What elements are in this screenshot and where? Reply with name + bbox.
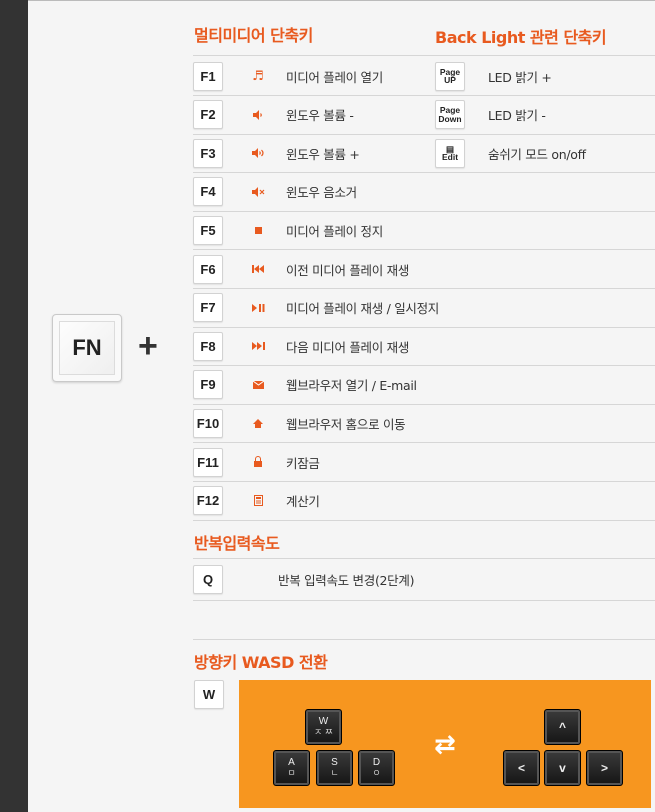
shortcut-row-f11: F11 키잠금: [193, 443, 320, 481]
repeat-label: 반복 입력속도 변경(2단계): [278, 572, 415, 588]
key-f12: F12: [193, 486, 223, 516]
shortcut-label: 이전 미디어 플레이 재생: [286, 262, 410, 278]
stop-icon: [247, 226, 269, 234]
backlight-label: LED 밝기 -: [488, 108, 546, 124]
shortcut-row-f6: F6 이전 미디어 플레이 재생: [193, 250, 409, 288]
wasd-key-d: Dㅇ: [358, 750, 395, 786]
swap-arrows-icon: ⇄: [434, 730, 456, 760]
section-divider: [193, 558, 655, 559]
shortcut-label: 윈도우 볼륨 -: [286, 108, 354, 124]
backlight-row: Page UP LED 밝기 +: [435, 57, 552, 95]
down-arrow-icon: v: [559, 760, 566, 775]
shortcut-label: 윈도우 음소거: [286, 185, 357, 201]
key-q: Q: [193, 564, 223, 594]
arrow-key-down: v: [544, 750, 581, 786]
lock-icon: [247, 456, 269, 467]
volume-down-icon: [247, 109, 269, 120]
key-w: W: [194, 680, 224, 709]
backlight-key-line2: UP: [444, 75, 456, 85]
shortcut-label: 미디어 플레이 열기: [286, 69, 383, 85]
key-f8: F8: [193, 331, 223, 361]
repeat-row: Q 반복 입력속도 변경(2단계): [193, 560, 414, 598]
repeat-section-title: 반복입력속도: [194, 534, 280, 553]
backlight-key-line2: Down: [438, 113, 462, 124]
shortcut-row-f4: F4 윈도우 음소거: [193, 173, 357, 211]
wasd-key-hangul: ㅁ: [287, 767, 296, 778]
wasd-key-w: Wㅈ ㅉ: [305, 709, 342, 745]
backlight-key: Page UP: [435, 61, 465, 91]
backlight-key: ▤ Edit: [435, 138, 465, 168]
key-f1: F1: [193, 61, 223, 91]
wasd-key-letter: A: [288, 757, 295, 769]
mute-icon: [247, 186, 269, 197]
shortcut-label: 웹브라우저 홈으로 이동: [286, 416, 406, 432]
section-divider: [193, 600, 655, 601]
key-f5: F5: [193, 215, 223, 245]
shortcut-label: 웹브라우저 열기 / E-mail: [286, 378, 417, 394]
key-f2: F2: [193, 100, 223, 130]
shortcut-label: 키잠금: [286, 455, 320, 471]
backlight-row: ▤ Edit 숨쉬기 모드 on/off: [435, 134, 586, 172]
shortcut-row-f2: F2 윈도우 볼륨 -: [193, 96, 354, 134]
section-divider: [193, 639, 655, 640]
shortcut-row-f3: F3 윈도우 볼륨 +: [193, 134, 360, 172]
backlight-label: LED 밝기 +: [488, 69, 552, 85]
wasd-key-letter: S: [331, 757, 338, 769]
key-f7: F7: [193, 293, 223, 323]
top-border: [28, 0, 655, 1]
mail-icon: [247, 380, 269, 389]
wasd-key-a: Aㅁ: [273, 750, 310, 786]
shortcut-row-f9: F9 웹브라우저 열기 / E-mail: [193, 366, 417, 404]
shortcut-label: 다음 미디어 플레이 재생: [286, 339, 410, 355]
key-f3: F3: [193, 138, 223, 168]
wasd-key-letter: W: [318, 716, 329, 728]
wasd-key-hangul: ㄴ: [330, 767, 339, 778]
arrow-key-left: <: [503, 750, 540, 786]
shortcut-label: 계산기: [286, 494, 320, 510]
shortcut-row-f12: F12 계산기: [193, 482, 320, 520]
wasd-key-s: Sㄴ: [316, 750, 353, 786]
shortcut-row-f8: F8 다음 미디어 플레이 재생: [193, 327, 409, 365]
volume-up-icon: [247, 148, 269, 159]
shortcut-label: 미디어 플레이 재생 / 일시정지: [286, 301, 440, 317]
arrow-key-right: >: [586, 750, 623, 786]
backlight-row: Page Down LED 밝기 -: [435, 96, 546, 134]
backlight-label: 숨쉬기 모드 on/off: [488, 146, 586, 162]
left-sidebar-bar: [0, 0, 28, 812]
shortcut-row-f7: F7 미디어 플레이 재생 / 일시정지: [193, 289, 439, 327]
section-divider: [193, 55, 655, 56]
arrow-key-up: ^: [544, 709, 581, 745]
left-arrow-icon: <: [517, 760, 525, 775]
key-f9: F9: [193, 370, 223, 400]
backlight-key-line2: Edit: [441, 152, 459, 163]
calculator-icon: [247, 495, 269, 507]
backlight-key: Page Down: [435, 100, 465, 130]
backlight-section-title: Back Light 관련 단축키: [435, 28, 607, 47]
previous-track-icon: [247, 265, 269, 273]
play-pause-icon: [247, 303, 269, 312]
key-f11: F11: [193, 447, 223, 477]
next-track-icon: [247, 342, 269, 351]
section-divider: [193, 520, 655, 521]
wasd-key-hangul: ㅈ ㅉ: [313, 726, 334, 737]
home-icon: [247, 418, 269, 428]
key-f10: F10: [193, 408, 223, 438]
shortcut-row-f10: F10 웹브라우저 홈으로 이동: [193, 404, 406, 442]
plus-sign: +: [138, 327, 158, 365]
fn-key: FN: [52, 314, 122, 382]
shortcut-row-f1: F1 ♬ 미디어 플레이 열기: [193, 57, 383, 95]
shortcut-label: 윈도우 볼륨 +: [286, 146, 360, 162]
shortcut-row-f5: F5 미디어 플레이 정지: [193, 211, 383, 249]
wasd-key-letter: D: [372, 757, 381, 769]
key-f4: F4: [193, 177, 223, 207]
key-f6: F6: [193, 254, 223, 284]
fn-key-label: FN: [72, 335, 102, 360]
wasd-section-title: 방향키 WASD 전환: [194, 653, 328, 672]
wasd-key-hangul: ㅇ: [372, 767, 381, 778]
multimedia-section-title: 멀티미디어 단축키: [194, 26, 313, 45]
right-arrow-icon: >: [600, 760, 608, 775]
music-note-icon: ♬: [252, 68, 264, 84]
shortcut-label: 미디어 플레이 정지: [286, 223, 383, 239]
up-arrow-icon: ^: [558, 719, 566, 734]
